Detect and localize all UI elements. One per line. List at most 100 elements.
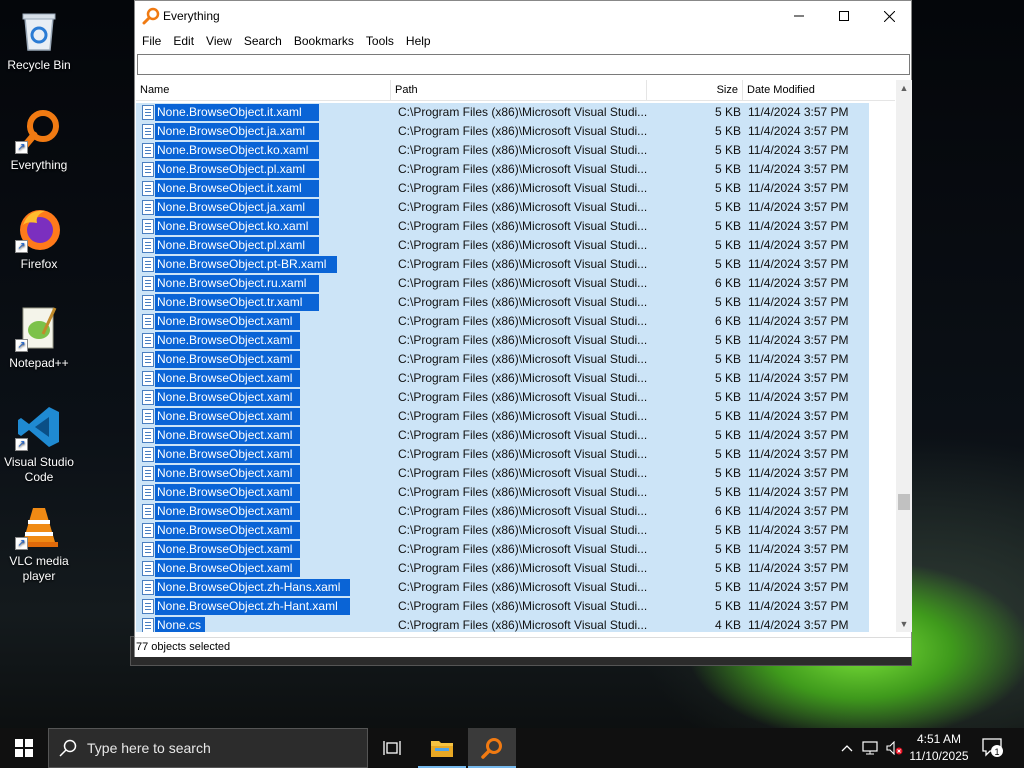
table-row[interactable]: None.BrowseObject.xaml C:\Program Files (…: [136, 407, 895, 426]
volume-tray-button[interactable]: [884, 728, 906, 768]
shortcut-arrow-icon: ↗: [15, 438, 28, 451]
column-header-size[interactable]: Size: [647, 80, 743, 101]
vertical-scrollbar[interactable]: ▲ ▼: [896, 80, 912, 632]
table-row[interactable]: None.BrowseObject.xaml C:\Program Files (…: [136, 502, 895, 521]
table-row[interactable]: None.BrowseObject.tr.xaml C:\Program File…: [136, 293, 895, 312]
cell-path: C:\Program Files (x86)\Microsoft Visual …: [398, 219, 648, 233]
column-header-date-modified[interactable]: Date Modified: [743, 80, 895, 101]
table-row[interactable]: None.BrowseObject.ja.xaml C:\Program File…: [136, 122, 895, 141]
maximize-button[interactable]: [821, 1, 867, 31]
file-icon: [142, 181, 154, 196]
table-row[interactable]: None.BrowseObject.it.xaml C:\Program File…: [136, 179, 895, 198]
cell-date-modified: 11/4/2024 3:57 PM: [748, 181, 849, 195]
table-row[interactable]: None.BrowseObject.ru.xaml C:\Program File…: [136, 274, 895, 293]
desktop-icon-vscode[interactable]: ↗ Visual Studio Code: [2, 403, 76, 485]
cell-date-modified: 11/4/2024 3:57 PM: [748, 314, 849, 328]
table-row[interactable]: None.BrowseObject.xaml C:\Program Files (…: [136, 521, 895, 540]
file-icon: [142, 162, 154, 177]
cell-path: C:\Program Files (x86)\Microsoft Visual …: [398, 447, 648, 461]
cell-size: 5 KB: [714, 428, 741, 442]
cell-name: None.BrowseObject.xaml: [157, 314, 293, 328]
desktop-icon-everything[interactable]: ↗ Everything: [2, 106, 76, 173]
file-icon: [142, 200, 154, 215]
table-row[interactable]: None.BrowseObject.xaml C:\Program Files (…: [136, 350, 895, 369]
taskbar-file-explorer[interactable]: [418, 728, 466, 768]
desktop-icon-label: Everything: [10, 158, 68, 172]
menu-tools[interactable]: Tools: [360, 31, 400, 51]
cell-name: None.BrowseObject.xaml: [157, 333, 293, 347]
menu-view[interactable]: View: [200, 31, 238, 51]
table-row[interactable]: None.BrowseObject.pt-BR.xaml C:\Program F…: [136, 255, 895, 274]
cell-path: C:\Program Files (x86)\Microsoft Visual …: [398, 390, 648, 404]
table-row[interactable]: None.BrowseObject.xaml C:\Program Files (…: [136, 388, 895, 407]
cell-path: C:\Program Files (x86)\Microsoft Visual …: [398, 371, 648, 385]
table-row[interactable]: None.BrowseObject.xaml C:\Program Files (…: [136, 483, 895, 502]
scroll-up-icon[interactable]: ▲: [896, 80, 912, 96]
file-icon: [142, 333, 154, 348]
cell-path: C:\Program Files (x86)\Microsoft Visual …: [398, 333, 648, 347]
network-tray-button[interactable]: [860, 728, 882, 768]
show-hidden-icons-button[interactable]: [838, 728, 856, 768]
cell-date-modified: 11/4/2024 3:57 PM: [748, 447, 849, 461]
task-view-button[interactable]: [368, 728, 416, 768]
table-row[interactable]: None.BrowseObject.pl.xaml C:\Program File…: [136, 236, 895, 255]
table-row[interactable]: None.BrowseObject.zh-Hans.xaml C:\Program…: [136, 578, 895, 597]
menu-file[interactable]: File: [136, 31, 167, 51]
scroll-down-icon[interactable]: ▼: [896, 616, 912, 632]
cell-path: C:\Program Files (x86)\Microsoft Visual …: [398, 295, 648, 309]
menu-edit[interactable]: Edit: [167, 31, 200, 51]
table-row[interactable]: None.cs C:\Program Files (x86)\Microsoft …: [136, 616, 895, 632]
table-row[interactable]: None.BrowseObject.xaml C:\Program Files (…: [136, 426, 895, 445]
table-row[interactable]: None.BrowseObject.xaml C:\Program Files (…: [136, 312, 895, 331]
column-header-path[interactable]: Path: [391, 80, 647, 101]
taskbar-everything[interactable]: [468, 728, 516, 768]
menu-bookmarks[interactable]: Bookmarks: [288, 31, 360, 51]
cell-size: 5 KB: [714, 352, 741, 366]
table-row[interactable]: None.BrowseObject.it.xaml C:\Program File…: [136, 103, 895, 122]
table-row[interactable]: None.BrowseObject.xaml C:\Program Files (…: [136, 369, 895, 388]
cell-name: None.BrowseObject.ja.xaml: [157, 200, 306, 214]
desktop-icon-firefox[interactable]: ↗ Firefox: [2, 205, 76, 272]
everything-app-icon: [481, 738, 502, 759]
cell-name: None.BrowseObject.xaml: [157, 504, 293, 518]
table-row[interactable]: None.BrowseObject.ja.xaml C:\Program File…: [136, 198, 895, 217]
cell-size: 5 KB: [714, 523, 741, 537]
title-bar[interactable]: Everything: [135, 1, 911, 31]
desktop-icon-label: Visual Studio Code: [4, 455, 74, 484]
close-button[interactable]: [866, 1, 912, 31]
cell-name: None.cs: [157, 618, 202, 632]
cell-size: 5 KB: [714, 181, 741, 195]
search-input[interactable]: [137, 54, 910, 75]
table-row[interactable]: None.BrowseObject.xaml C:\Program Files (…: [136, 540, 895, 559]
table-row[interactable]: None.BrowseObject.ko.xaml C:\Program File…: [136, 141, 895, 160]
desktop-icon-label: Firefox: [20, 257, 58, 271]
menu-help[interactable]: Help: [400, 31, 437, 51]
table-row[interactable]: None.BrowseObject.xaml C:\Program Files (…: [136, 445, 895, 464]
table-row[interactable]: None.BrowseObject.ko.xaml C:\Program File…: [136, 217, 895, 236]
menu-search[interactable]: Search: [238, 31, 288, 51]
taskbar-search-box[interactable]: Type here to search: [48, 728, 368, 768]
taskbar-clock[interactable]: 4:51 AM 11/10/2025: [906, 731, 972, 765]
table-row[interactable]: None.BrowseObject.xaml C:\Program Files (…: [136, 464, 895, 483]
table-row[interactable]: None.BrowseObject.pl.xaml C:\Program File…: [136, 160, 895, 179]
table-row[interactable]: None.BrowseObject.xaml C:\Program Files (…: [136, 559, 895, 578]
desktop-icon-recycle-bin[interactable]: Recycle Bin: [2, 6, 76, 73]
column-header-name[interactable]: Name: [136, 80, 391, 101]
cell-date-modified: 11/4/2024 3:57 PM: [748, 618, 849, 632]
cell-name: None.BrowseObject.xaml: [157, 428, 293, 442]
cell-name: None.BrowseObject.zh-Hans.xaml: [157, 580, 341, 594]
file-icon: [142, 371, 154, 386]
start-button[interactable]: [0, 728, 48, 768]
desktop-icon-vlc[interactable]: ↗ VLC media player: [2, 502, 76, 584]
cell-date-modified: 11/4/2024 3:57 PM: [748, 219, 849, 233]
table-row[interactable]: None.BrowseObject.zh-Hant.xaml C:\Program…: [136, 597, 895, 616]
cell-path: C:\Program Files (x86)\Microsoft Visual …: [398, 561, 648, 575]
cell-path: C:\Program Files (x86)\Microsoft Visual …: [398, 428, 648, 442]
scrollbar-thumb[interactable]: [898, 494, 910, 510]
cell-date-modified: 11/4/2024 3:57 PM: [748, 542, 849, 556]
action-center-button[interactable]: 1: [980, 728, 1006, 768]
minimize-button[interactable]: [776, 1, 822, 31]
table-row[interactable]: None.BrowseObject.xaml C:\Program Files (…: [136, 331, 895, 350]
cell-name: None.BrowseObject.xaml: [157, 390, 293, 404]
desktop-icon-notepad-plus-plus[interactable]: ↗ Notepad++: [2, 304, 76, 371]
